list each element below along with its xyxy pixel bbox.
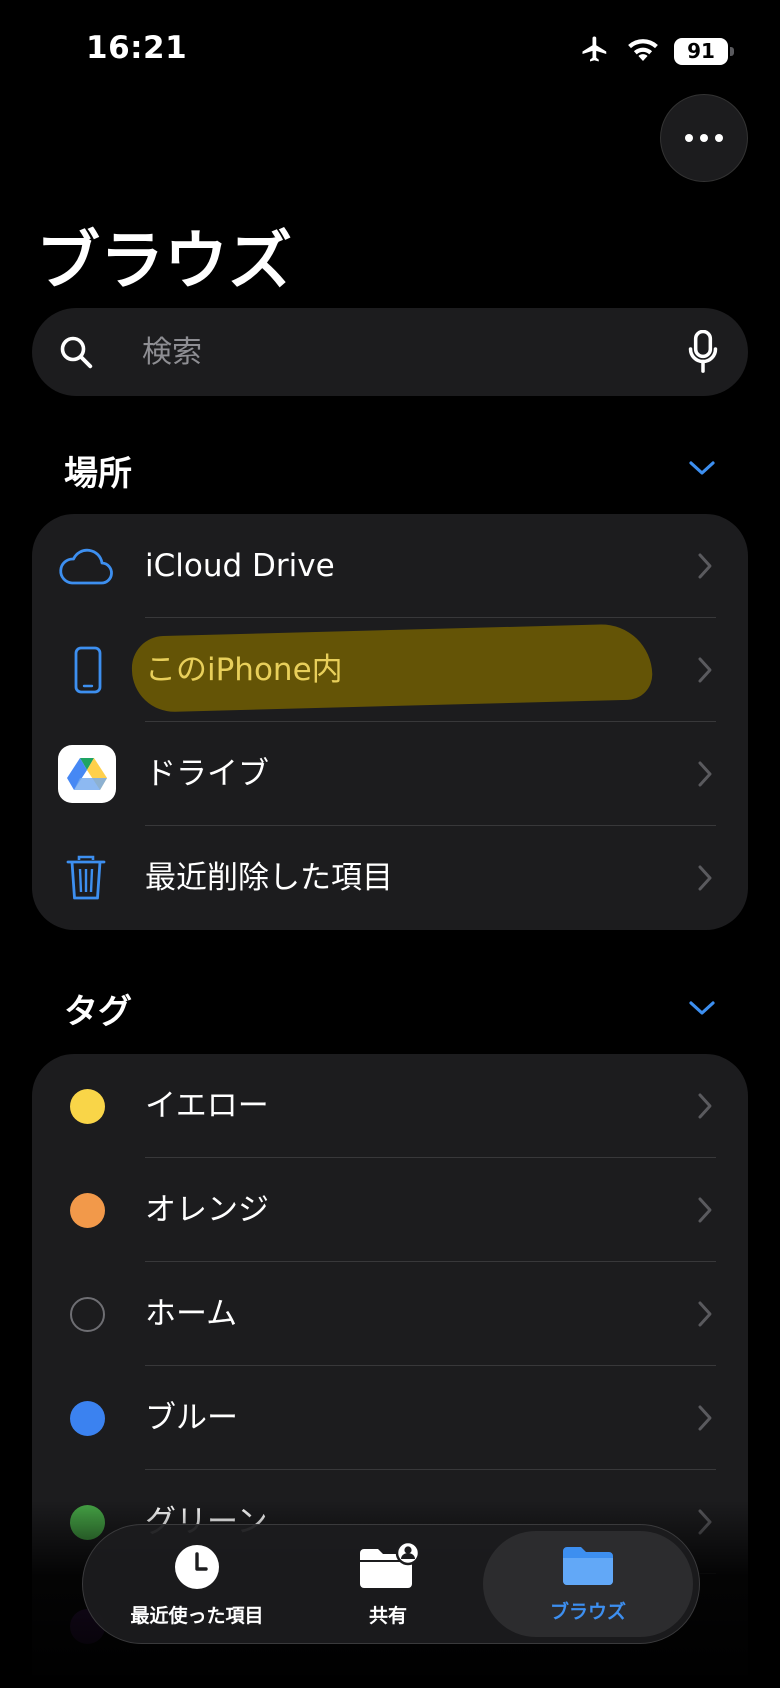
list-item-label: このiPhone内 [145, 652, 343, 688]
chevron-right-icon [696, 1092, 714, 1124]
microphone-icon[interactable] [688, 329, 718, 378]
files-app-screen: 16:21 91 ブラウズ 場所 [0, 0, 780, 1688]
page-title: ブラウズ [36, 225, 292, 299]
ellipsis-icon [685, 134, 693, 142]
list-item-tag-home[interactable]: ホーム [32, 1262, 748, 1366]
tab-browse[interactable]: ブラウズ [483, 1531, 693, 1637]
chevron-down-icon[interactable] [688, 458, 716, 482]
tab-label: 共有 [368, 1604, 407, 1627]
clock-icon [173, 1543, 221, 1595]
search-icon [58, 334, 94, 374]
shared-folder-icon [356, 1540, 421, 1595]
list-item-recently-deleted[interactable]: 最近削除した項目 [32, 826, 748, 930]
locations-section-header: 場所 [64, 454, 132, 494]
status-time: 16:21 [86, 30, 188, 66]
list-item-label: ブルー [145, 1400, 238, 1436]
chevron-right-icon [696, 552, 714, 584]
list-item-label: iCloud Drive [145, 548, 335, 584]
chevron-right-icon [696, 760, 714, 792]
list-item-tag-blue[interactable]: ブルー [32, 1366, 748, 1470]
battery-tip [730, 46, 734, 56]
chevron-right-icon [696, 864, 714, 896]
chevron-right-icon [696, 1404, 714, 1436]
list-item-google-drive[interactable]: ドライブ [32, 722, 748, 826]
tag-color-dot [70, 1089, 105, 1124]
airplane-mode-icon [578, 34, 612, 68]
list-item-label: 最近削除した項目 [145, 860, 393, 896]
tags-section-header: タグ [64, 992, 132, 1032]
icloud-icon [58, 546, 114, 590]
search-input[interactable] [142, 330, 682, 374]
list-item-icloud-drive[interactable]: iCloud Drive [32, 514, 748, 618]
ellipsis-dot [700, 134, 708, 142]
tag-color-dot [70, 1193, 105, 1228]
chevron-right-icon [696, 1196, 714, 1228]
tab-shared[interactable]: 共有 [313, 1525, 463, 1645]
iphone-icon [74, 646, 102, 698]
list-item-tag-orange[interactable]: オレンジ [32, 1158, 748, 1262]
list-item-label: ドライブ [145, 756, 269, 792]
tag-color-dot [70, 1401, 105, 1436]
wifi-icon [626, 36, 660, 66]
tab-bar: 最近使った項目 共有 ブラウズ [82, 1524, 700, 1644]
tab-label: 最近使った項目 [130, 1604, 264, 1627]
battery-indicator: 91 [674, 37, 734, 65]
chevron-right-icon [696, 1300, 714, 1332]
trash-icon [66, 854, 106, 906]
google-drive-icon [58, 745, 116, 803]
tab-label: ブラウズ [549, 1600, 626, 1623]
locations-list: iCloud Drive このiPhone内 ドライブ 最近削除した項目 [32, 514, 748, 930]
search-bar[interactable] [32, 308, 748, 396]
tag-color-dot [70, 1297, 105, 1332]
list-item-tag-yellow[interactable]: イエロー [32, 1054, 748, 1158]
list-item-on-my-iphone[interactable]: このiPhone内 [32, 618, 748, 722]
list-item-label: オレンジ [145, 1192, 269, 1228]
list-item-label: ホーム [145, 1296, 238, 1332]
more-options-button[interactable] [660, 94, 748, 182]
status-icons: 91 [578, 34, 734, 68]
chevron-right-icon [696, 656, 714, 688]
chevron-down-icon[interactable] [688, 998, 716, 1022]
ellipsis-dot [715, 134, 723, 142]
tab-recents[interactable]: 最近使った項目 [103, 1525, 291, 1645]
list-item-label: イエロー [145, 1088, 269, 1124]
folder-icon [561, 1545, 615, 1591]
battery-level: 91 [687, 39, 715, 63]
